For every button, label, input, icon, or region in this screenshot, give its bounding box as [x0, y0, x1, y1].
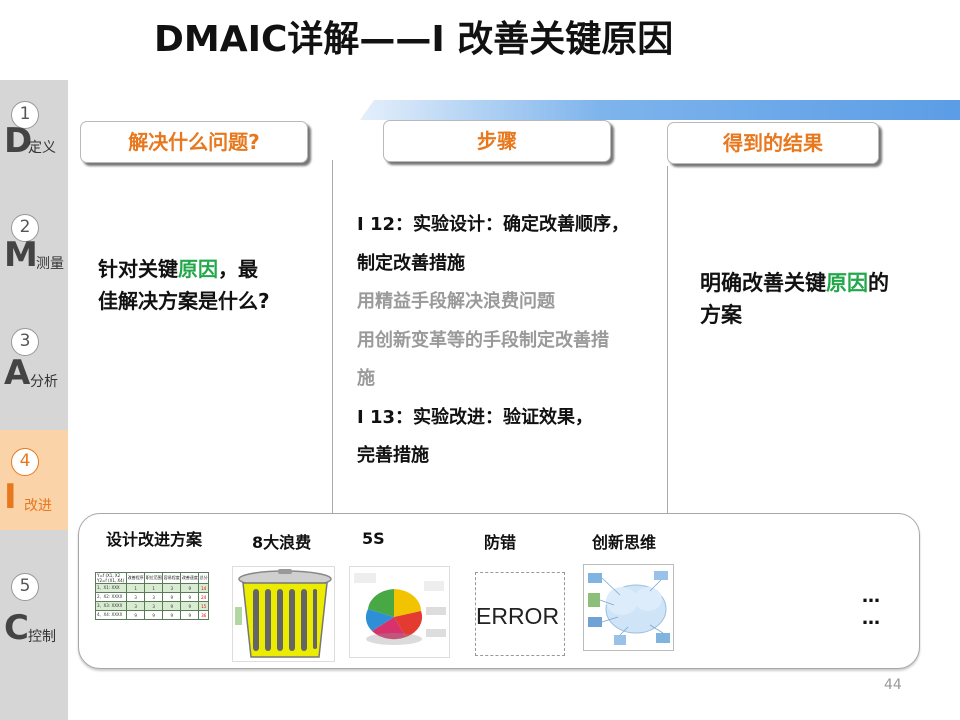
sidebar-step-measure[interactable]: 2 M 测量 — [0, 196, 68, 296]
tool-label-5s: 5S — [362, 529, 385, 548]
table-row: 1、X1: XXX 1 1 3 9 14 — [94, 583, 209, 593]
table-cell: 9 — [162, 592, 182, 602]
tool-label-design: 设计改进方案 — [106, 530, 203, 549]
table-cell: 2、X2: XXXX — [94, 592, 128, 602]
more-tools-ellipsis: … — [862, 586, 880, 607]
table-cell: 3 — [144, 592, 164, 602]
table-cell: 24 — [198, 592, 209, 602]
problem-text-part: 佳解决方案是什么? — [98, 289, 270, 313]
page-title: DMAIC详解——I 改善关键原因 — [154, 19, 674, 60]
dmaic-sidebar: 1 D 定义 2 M 测量 3 A 分析 4 I 改进 5 C 控制 — [0, 80, 68, 720]
table-cell: 9 — [180, 583, 200, 593]
table-col-header: 改善程序 — [126, 572, 146, 584]
steps-line: 制定改善措施 — [357, 252, 465, 274]
problem-text-part: 针对关键 — [98, 257, 178, 281]
table-cell: 9 — [180, 592, 200, 602]
table-row: 4、X4: XXXX 9 9 9 9 36 — [94, 610, 209, 620]
table-cell: 9 — [144, 610, 164, 620]
table-row: 3、X3: XXXX 3 3 9 9 15 — [94, 601, 209, 611]
table-cell: 3、X3: XXXX — [94, 601, 128, 611]
steps-line: I 13：实验改进：验证效果， — [357, 406, 594, 428]
problem-highlight: 原因 — [178, 257, 218, 281]
step-letter: C — [4, 608, 29, 648]
trash-can-icon — [235, 569, 332, 658]
table-cell: 9 — [126, 610, 146, 620]
waste-trash-can-image — [232, 566, 335, 662]
step-number-badge: 5 — [11, 573, 39, 601]
table-col-header: 容易程度 — [162, 572, 182, 584]
result-text-part: 明确改善关键 — [700, 271, 826, 295]
table-cell: 15 — [198, 601, 209, 611]
header-steps: 步骤 — [383, 120, 611, 162]
table-cell: 9 — [162, 601, 182, 611]
step-letter: M — [4, 235, 38, 275]
table-cell: 3 — [162, 583, 182, 593]
header-banner — [360, 100, 960, 120]
step-name: 改进 — [24, 498, 52, 514]
table-cell: 9 — [162, 610, 182, 620]
table-cell: 1 — [144, 583, 164, 593]
table-col-header: 改善速度 — [180, 572, 200, 584]
table-cell: 36 — [198, 610, 209, 620]
result-text: 明确改善关键原因的 方案 — [700, 267, 950, 331]
sidebar-step-improve[interactable]: 4 I 改进 — [0, 430, 68, 530]
column-divider — [667, 166, 668, 516]
result-highlight: 原因 — [826, 271, 868, 295]
table-row: 2、X2: XXXX 3 3 9 9 24 — [94, 592, 209, 602]
result-text-part: 的 — [868, 271, 889, 295]
column-divider — [332, 160, 333, 516]
error-word: ERROR — [476, 603, 560, 629]
table-cell: 3 — [126, 592, 146, 602]
table-cell: 14 — [198, 583, 209, 593]
table-cell: 1、X1: XXX — [94, 583, 128, 593]
innovation-cloud-diagram — [583, 564, 674, 651]
table-cell: 4、X4: XXXX — [94, 610, 128, 620]
design-improvement-table: Y=f (X1, X2 Y2=f (X1, X4) 改善程序 职位范围 容易程度 … — [94, 572, 209, 620]
table-cell: 3 — [144, 601, 164, 611]
steps-line: 用精益手段解决浪费问题 — [357, 291, 555, 312]
steps-line: 施 — [357, 368, 375, 389]
step-letter: A — [4, 353, 31, 393]
header-problem: 解决什么问题? — [80, 121, 308, 163]
steps-list: I 12：实验设计：确定改善顺序， 制定改善措施 用精益手段解决浪费问题 用创新… — [357, 206, 667, 476]
step-number-badge: 3 — [11, 328, 39, 356]
steps-line: 完善措施 — [357, 445, 429, 466]
step-name: 定义 — [28, 140, 56, 156]
step-name: 分析 — [30, 374, 58, 390]
table-cell: 1 — [126, 583, 146, 593]
steps-line: I 12：实验设计：确定改善顺序， — [357, 214, 630, 235]
sidebar-step-analyze[interactable]: 3 A 分析 — [0, 310, 68, 410]
problem-text-part: ，最 — [218, 257, 258, 281]
tool-label-waste: 8大浪费 — [252, 533, 312, 552]
step-letter: I — [4, 477, 17, 517]
sidebar-step-define[interactable]: 1 D 定义 — [0, 80, 68, 180]
page-number: 44 — [884, 677, 902, 693]
table-head-label: Y=f (X1, X2 Y2=f (X1, X4) — [94, 572, 128, 584]
step-number-badge: 4 — [11, 448, 39, 476]
5s-pie-icon — [350, 567, 449, 657]
more-tools-ellipsis: … — [862, 608, 880, 629]
table-cell: 9 — [180, 601, 200, 611]
result-text-part: 方案 — [700, 303, 742, 327]
table-cell: 3 — [126, 601, 146, 611]
tool-label-poka-yoke: 防错 — [484, 533, 517, 552]
table-col-header: 职位范围 — [144, 572, 164, 584]
step-name: 测量 — [36, 256, 64, 272]
table-cell: 9 — [180, 610, 200, 620]
tool-label-innovation: 创新思维 — [592, 533, 657, 552]
step-name: 控制 — [28, 629, 56, 645]
table-head-text: Y2=f (X1, X4) — [97, 578, 125, 583]
table-col-header: 总分 — [198, 572, 209, 584]
problem-text: 针对关键原因，最 佳解决方案是什么? — [98, 253, 328, 317]
sidebar-step-control[interactable]: 5 C 控制 — [0, 565, 68, 665]
header-result: 得到的结果 — [667, 122, 879, 164]
5s-pie-image — [349, 566, 450, 658]
cloud-computing-icon — [584, 565, 673, 650]
steps-line: 用创新变革等的手段制定改善措 — [357, 329, 609, 351]
